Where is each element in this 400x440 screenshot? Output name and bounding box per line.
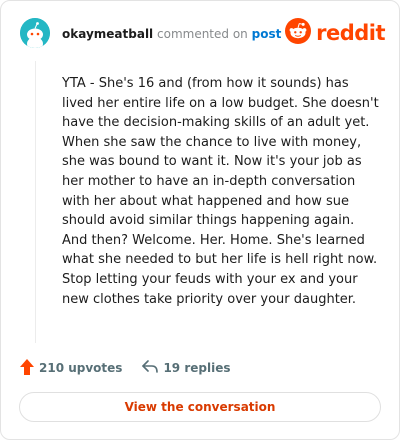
upvotes-stat[interactable]: 210 upvotes	[20, 358, 123, 378]
reddit-wordmark: reddit	[316, 21, 385, 45]
comment-body: YTA - She's 16 and (from how it sounds) …	[62, 76, 379, 307]
view-conversation-button[interactable]: View the conversation	[19, 392, 381, 422]
snoo-avatar-icon[interactable]	[20, 18, 50, 48]
comment-header: okaymeatball commented on post reddit	[20, 18, 385, 48]
reply-arrow-icon	[142, 359, 163, 377]
reddit-brand[interactable]: reddit	[285, 18, 385, 48]
author-username[interactable]: okaymeatball	[62, 27, 153, 41]
upvote-arrow-icon	[20, 358, 39, 378]
replies-stat[interactable]: 19 replies	[142, 359, 231, 377]
thread-line	[35, 61, 36, 343]
comment-stats: 210 upvotes 19 replies	[20, 357, 230, 379]
replies-count: 19 replies	[163, 361, 231, 375]
author-line: okaymeatball commented on post	[62, 26, 281, 42]
comment-embed-card: okaymeatball commented on post reddit YT…	[0, 0, 400, 440]
comment-action-text: commented on	[157, 27, 248, 41]
upvotes-count: 210 upvotes	[39, 361, 123, 375]
reddit-logo-icon	[285, 18, 312, 48]
post-link[interactable]: post	[252, 27, 282, 41]
